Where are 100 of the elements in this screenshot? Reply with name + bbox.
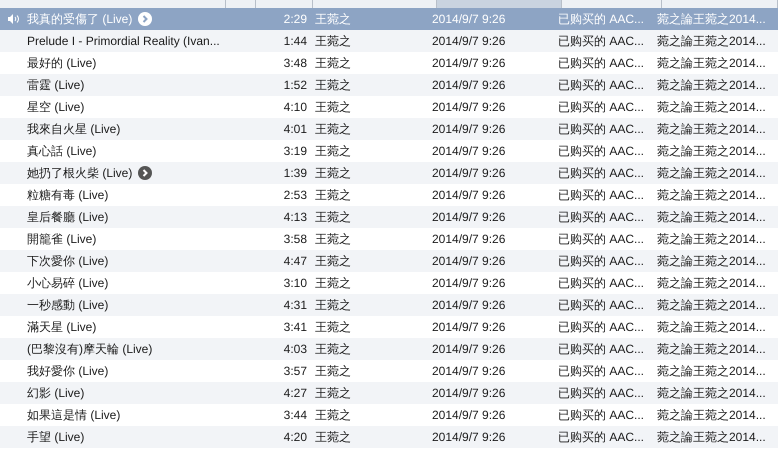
track-album: 菀之論王菀之2014... — [657, 166, 766, 180]
track-kind: 已购买的 AAC... — [558, 78, 644, 92]
track-kind: 已购买的 AAC... — [558, 320, 644, 334]
track-time: 3:58 — [284, 232, 307, 246]
date-added: 2014/9/7 9:26 — [432, 408, 506, 422]
track-artist: 王菀之 — [315, 386, 351, 400]
track-kind: 已购买的 AAC... — [558, 56, 644, 70]
track-kind: 已购买的 AAC... — [558, 298, 644, 312]
track-kind: 已购买的 AAC... — [558, 254, 644, 268]
track-name: 我來自火星 (Live) — [27, 121, 120, 138]
track-artist: 王菀之 — [315, 342, 351, 356]
date-added: 2014/9/7 9:26 — [432, 34, 506, 48]
date-added: 2014/9/7 9:26 — [432, 78, 506, 92]
track-time: 2:29 — [284, 12, 307, 26]
track-album: 菀之論王菀之2014... — [657, 342, 766, 356]
column-header[interactable] — [662, 0, 778, 8]
date-added: 2014/9/7 9:26 — [432, 188, 506, 202]
track-album: 菀之論王菀之2014... — [657, 298, 766, 312]
track-time: 4:27 — [284, 386, 307, 400]
date-added: 2014/9/7 9:26 — [432, 342, 506, 356]
date-added: 2014/9/7 9:26 — [432, 166, 506, 180]
column-header[interactable] — [313, 0, 437, 8]
track-time: 3:48 — [284, 56, 307, 70]
track-name: 開籠雀 (Live) — [27, 231, 96, 248]
track-artist: 王菀之 — [315, 254, 351, 268]
date-added: 2014/9/7 9:26 — [432, 276, 506, 290]
column-header[interactable] — [226, 0, 256, 8]
track-artist: 王菀之 — [315, 56, 351, 70]
track-artist: 王菀之 — [315, 232, 351, 246]
track-kind: 已购买的 AAC... — [558, 342, 644, 356]
track-album: 菀之論王菀之2014... — [657, 320, 766, 334]
track-time: 1:39 — [284, 166, 307, 180]
date-added: 2014/9/7 9:26 — [432, 122, 506, 136]
track-name: 我真的受傷了 (Live) — [27, 11, 132, 28]
track-time: 3:57 — [284, 364, 307, 378]
track-name: Prelude I - Primordial Reality (Ivan... — [27, 33, 220, 50]
track-album: 菀之論王菀之2014... — [657, 254, 766, 268]
track-artist: 王菀之 — [315, 276, 351, 290]
track-time: 1:52 — [284, 78, 307, 92]
track-row[interactable]: 皇后餐廳 (Live) 4:13 王菀之 2014/9/7 9:26 已购买的 AAC... 菀之論王菀之2014... — [0, 206, 778, 228]
track-artist: 王菀之 — [315, 12, 351, 26]
track-album: 菀之論王菀之2014... — [657, 12, 766, 26]
track-row[interactable]: 下次愛你 (Live) 4:47 王菀之 2014/9/7 9:26 已购买的 AAC... 菀之論王菀之2014... — [0, 250, 778, 272]
track-album: 菀之論王菀之2014... — [657, 232, 766, 246]
date-added: 2014/9/7 9:26 — [432, 364, 506, 378]
track-row[interactable]: (巴黎沒有)摩天輪 (Live) 4:03 王菀之 2014/9/7 9:26 已购买的 AAC... 菀之論王菀之2014... — [0, 338, 778, 360]
track-album: 菀之論王菀之2014... — [657, 210, 766, 224]
track-artist: 王菀之 — [315, 122, 351, 136]
track-row[interactable]: 一秒感動 (Live) 4:31 王菀之 2014/9/7 9:26 已购买的 AAC... 菀之論王菀之2014... — [0, 294, 778, 316]
track-album: 菀之論王菀之2014... — [657, 430, 766, 444]
track-row[interactable]: 她扔了根火柴 (Live) 1:39 王菀之 2014/9/7 9:26 已购买的 AAC... 菀之論王菀之2014... — [0, 162, 778, 184]
date-added: 2014/9/7 9:26 — [432, 210, 506, 224]
column-header[interactable] — [256, 0, 313, 8]
track-row[interactable]: 我來自火星 (Live) 4:01 王菀之 2014/9/7 9:26 已购买的 AAC... 菀之論王菀之2014... — [0, 118, 778, 140]
track-album: 菀之論王菀之2014... — [657, 122, 766, 136]
track-kind: 已购买的 AAC... — [558, 166, 644, 180]
track-artist: 王菀之 — [315, 430, 351, 444]
arrow-circle-icon[interactable] — [138, 166, 152, 180]
column-header[interactable] — [437, 0, 562, 8]
track-artist: 王菀之 — [315, 100, 351, 114]
track-kind: 已购买的 AAC... — [558, 188, 644, 202]
track-artist: 王菀之 — [315, 320, 351, 334]
track-album: 菀之論王菀之2014... — [657, 408, 766, 422]
track-name: 雷霆 (Live) — [27, 77, 84, 94]
track-artist: 王菀之 — [315, 144, 351, 158]
track-album: 菀之論王菀之2014... — [657, 188, 766, 202]
track-kind: 已购买的 AAC... — [558, 100, 644, 114]
track-name: 她扔了根火柴 (Live) — [27, 165, 132, 182]
track-row[interactable]: Prelude I - Primordial Reality (Ivan... 1:44 王菀之 2014/9/7 9:26 已购买的 AAC... 菀之論王菀之2014... — [0, 30, 778, 52]
track-album: 菀之論王菀之2014... — [657, 276, 766, 290]
track-name: 粒糖有毒 (Live) — [27, 187, 108, 204]
track-artist: 王菀之 — [315, 298, 351, 312]
track-name: 皇后餐廳 (Live) — [27, 209, 108, 226]
date-added: 2014/9/7 9:26 — [432, 144, 506, 158]
column-header[interactable] — [562, 0, 662, 8]
track-time: 3:10 — [284, 276, 307, 290]
track-kind: 已购买的 AAC... — [558, 12, 644, 26]
date-added: 2014/9/7 9:26 — [432, 298, 506, 312]
track-album: 菀之論王菀之2014... — [657, 364, 766, 378]
track-kind: 已购买的 AAC... — [558, 364, 644, 378]
date-added: 2014/9/7 9:26 — [432, 232, 506, 246]
track-kind: 已购买的 AAC... — [558, 34, 644, 48]
track-artist: 王菀之 — [315, 34, 351, 48]
track-row[interactable]: 雷霆 (Live) 1:52 王菀之 2014/9/7 9:26 已购买的 AAC... 菀之論王菀之2014... — [0, 74, 778, 96]
track-album: 菀之論王菀之2014... — [657, 56, 766, 70]
track-row[interactable]: 手望 (Live) 4:20 王菀之 2014/9/7 9:26 已购买的 AAC... 菀之論王菀之2014... — [0, 426, 778, 448]
track-row[interactable]: 幻影 (Live) 4:27 王菀之 2014/9/7 9:26 已购买的 AAC... 菀之論王菀之2014... — [0, 382, 778, 404]
track-album: 菀之論王菀之2014... — [657, 100, 766, 114]
track-name: 星空 (Live) — [27, 99, 84, 116]
track-time: 2:53 — [284, 188, 307, 202]
track-kind: 已购买的 AAC... — [558, 122, 644, 136]
track-artist: 王菀之 — [315, 210, 351, 224]
track-album: 菀之論王菀之2014... — [657, 34, 766, 48]
track-album: 菀之論王菀之2014... — [657, 78, 766, 92]
track-kind: 已购买的 AAC... — [558, 232, 644, 246]
track-name: 真心話 (Live) — [27, 143, 96, 160]
track-name: 手望 (Live) — [27, 429, 84, 446]
track-artist: 王菀之 — [315, 188, 351, 202]
track-name: 如果這是情 (Live) — [27, 407, 120, 424]
track-kind: 已购买的 AAC... — [558, 386, 644, 400]
